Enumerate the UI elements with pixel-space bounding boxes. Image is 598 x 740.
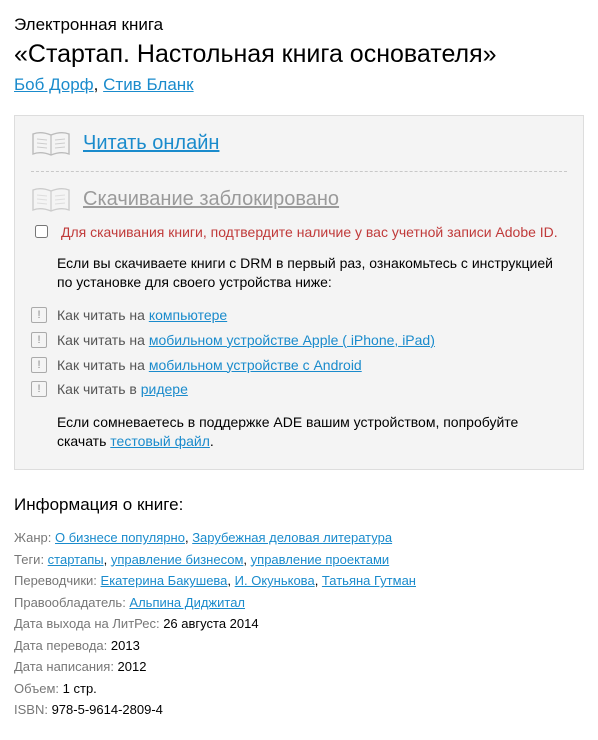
list-item: ! Как читать на компьютере [31,306,567,325]
hint-link[interactable]: мобильном устройстве Apple ( iPhone, iPa… [149,332,435,348]
read-online-link[interactable]: Читать онлайн [83,130,219,157]
read-online-row: Читать онлайн [31,130,567,157]
meta-label: Дата выхода на ЛитРес: [14,616,163,631]
info-icon: ! [31,332,47,348]
test-file-link[interactable]: тестовый файл [110,433,210,449]
separator: , [227,573,234,588]
meta-value: 1 стр. [63,681,97,696]
tag-link[interactable]: стартапы [48,552,104,567]
genre-link[interactable]: О бизнесе популярно [55,530,185,545]
open-book-icon [31,187,71,213]
tags-line: Теги: стартапы, управление бизнесом, упр… [14,551,584,569]
hint-prefix: Как читать на [57,357,149,373]
ade-suffix: . [210,433,214,449]
meta-label: Дата перевода: [14,638,111,653]
adobe-id-notice: Для скачивания книги, подтвердите наличи… [61,223,558,242]
meta-label: Правообладатель: [14,595,129,610]
list-item: ! Как читать в ридере [31,380,567,399]
authors-line: Боб Дорф, Стив Бланк [14,74,584,97]
info-icon: ! [31,381,47,397]
isbn-line: ISBN: 978-5-9614-2809-4 [14,701,584,719]
download-blocked-label: Скачивание заблокировано [83,186,339,213]
book-title: «Стартап. Настольная книга основателя» [14,39,584,70]
tag-link[interactable]: управление бизнесом [111,552,244,567]
ade-test-text: Если сомневаетесь в поддержке ADE вашим … [31,413,567,451]
hint-link[interactable]: ридере [141,381,188,397]
rights-link[interactable]: Альпина Диджитал [129,595,245,610]
open-book-icon [31,131,71,157]
hint-link[interactable]: мобильном устройстве с Android [149,357,362,373]
hint-prefix: Как читать на [57,307,149,323]
hint-prefix: Как читать на [57,332,149,348]
meta-value: 978-5-9614-2809-4 [52,702,163,717]
tag-link[interactable]: управление проектами [251,552,390,567]
hint-prefix: Как читать в [57,381,141,397]
translator-link[interactable]: Екатерина Бакушева [101,573,228,588]
meta-label: ISBN: [14,702,52,717]
meta-label: Жанр: [14,530,55,545]
litres-date-line: Дата выхода на ЛитРес: 26 августа 2014 [14,615,584,633]
adobe-confirm-row: Для скачивания книги, подтвердите наличи… [31,223,567,242]
book-info-heading: Информация о книге: [14,494,584,517]
device-hints-list: ! Как читать на компьютере ! Как читать … [31,306,567,400]
translator-link[interactable]: Татьяна Гутман [322,573,416,588]
writing-date-line: Дата написания: 2012 [14,658,584,676]
info-icon: ! [31,357,47,373]
meta-label: Дата написания: [14,659,118,674]
genre-line: Жанр: О бизнесе популярно, Зарубежная де… [14,529,584,547]
author-link[interactable]: Стив Бланк [103,75,193,94]
separator: , [104,552,111,567]
translation-date-line: Дата перевода: 2013 [14,637,584,655]
drm-intro-text: Если вы скачиваете книги с DRM в первый … [31,254,567,292]
adobe-id-checkbox[interactable] [35,225,48,238]
info-icon: ! [31,307,47,323]
meta-label: Теги: [14,552,48,567]
meta-label: Переводчики: [14,573,101,588]
author-link[interactable]: Боб Дорф [14,75,94,94]
separator: , [315,573,322,588]
action-panel: Читать онлайн Скачивание заблокировано Д… [14,115,584,470]
translators-line: Переводчики: Екатерина Бакушева, И. Окун… [14,572,584,590]
meta-value: 2013 [111,638,140,653]
list-item: ! Как читать на мобильном устройстве с A… [31,356,567,375]
hint-link[interactable]: компьютере [149,307,227,323]
separator: , [243,552,250,567]
genre-link[interactable]: Зарубежная деловая литература [192,530,392,545]
meta-value: 2012 [118,659,147,674]
volume-line: Объем: 1 стр. [14,680,584,698]
rights-line: Правообладатель: Альпина Диджитал [14,594,584,612]
ebook-type-label: Электронная книга [14,14,584,37]
divider [31,171,567,172]
meta-value: 26 августа 2014 [163,616,258,631]
list-item: ! Как читать на мобильном устройстве App… [31,331,567,350]
meta-label: Объем: [14,681,63,696]
download-blocked-row: Скачивание заблокировано [31,186,567,213]
translator-link[interactable]: И. Окунькова [235,573,315,588]
separator: , [94,75,103,94]
